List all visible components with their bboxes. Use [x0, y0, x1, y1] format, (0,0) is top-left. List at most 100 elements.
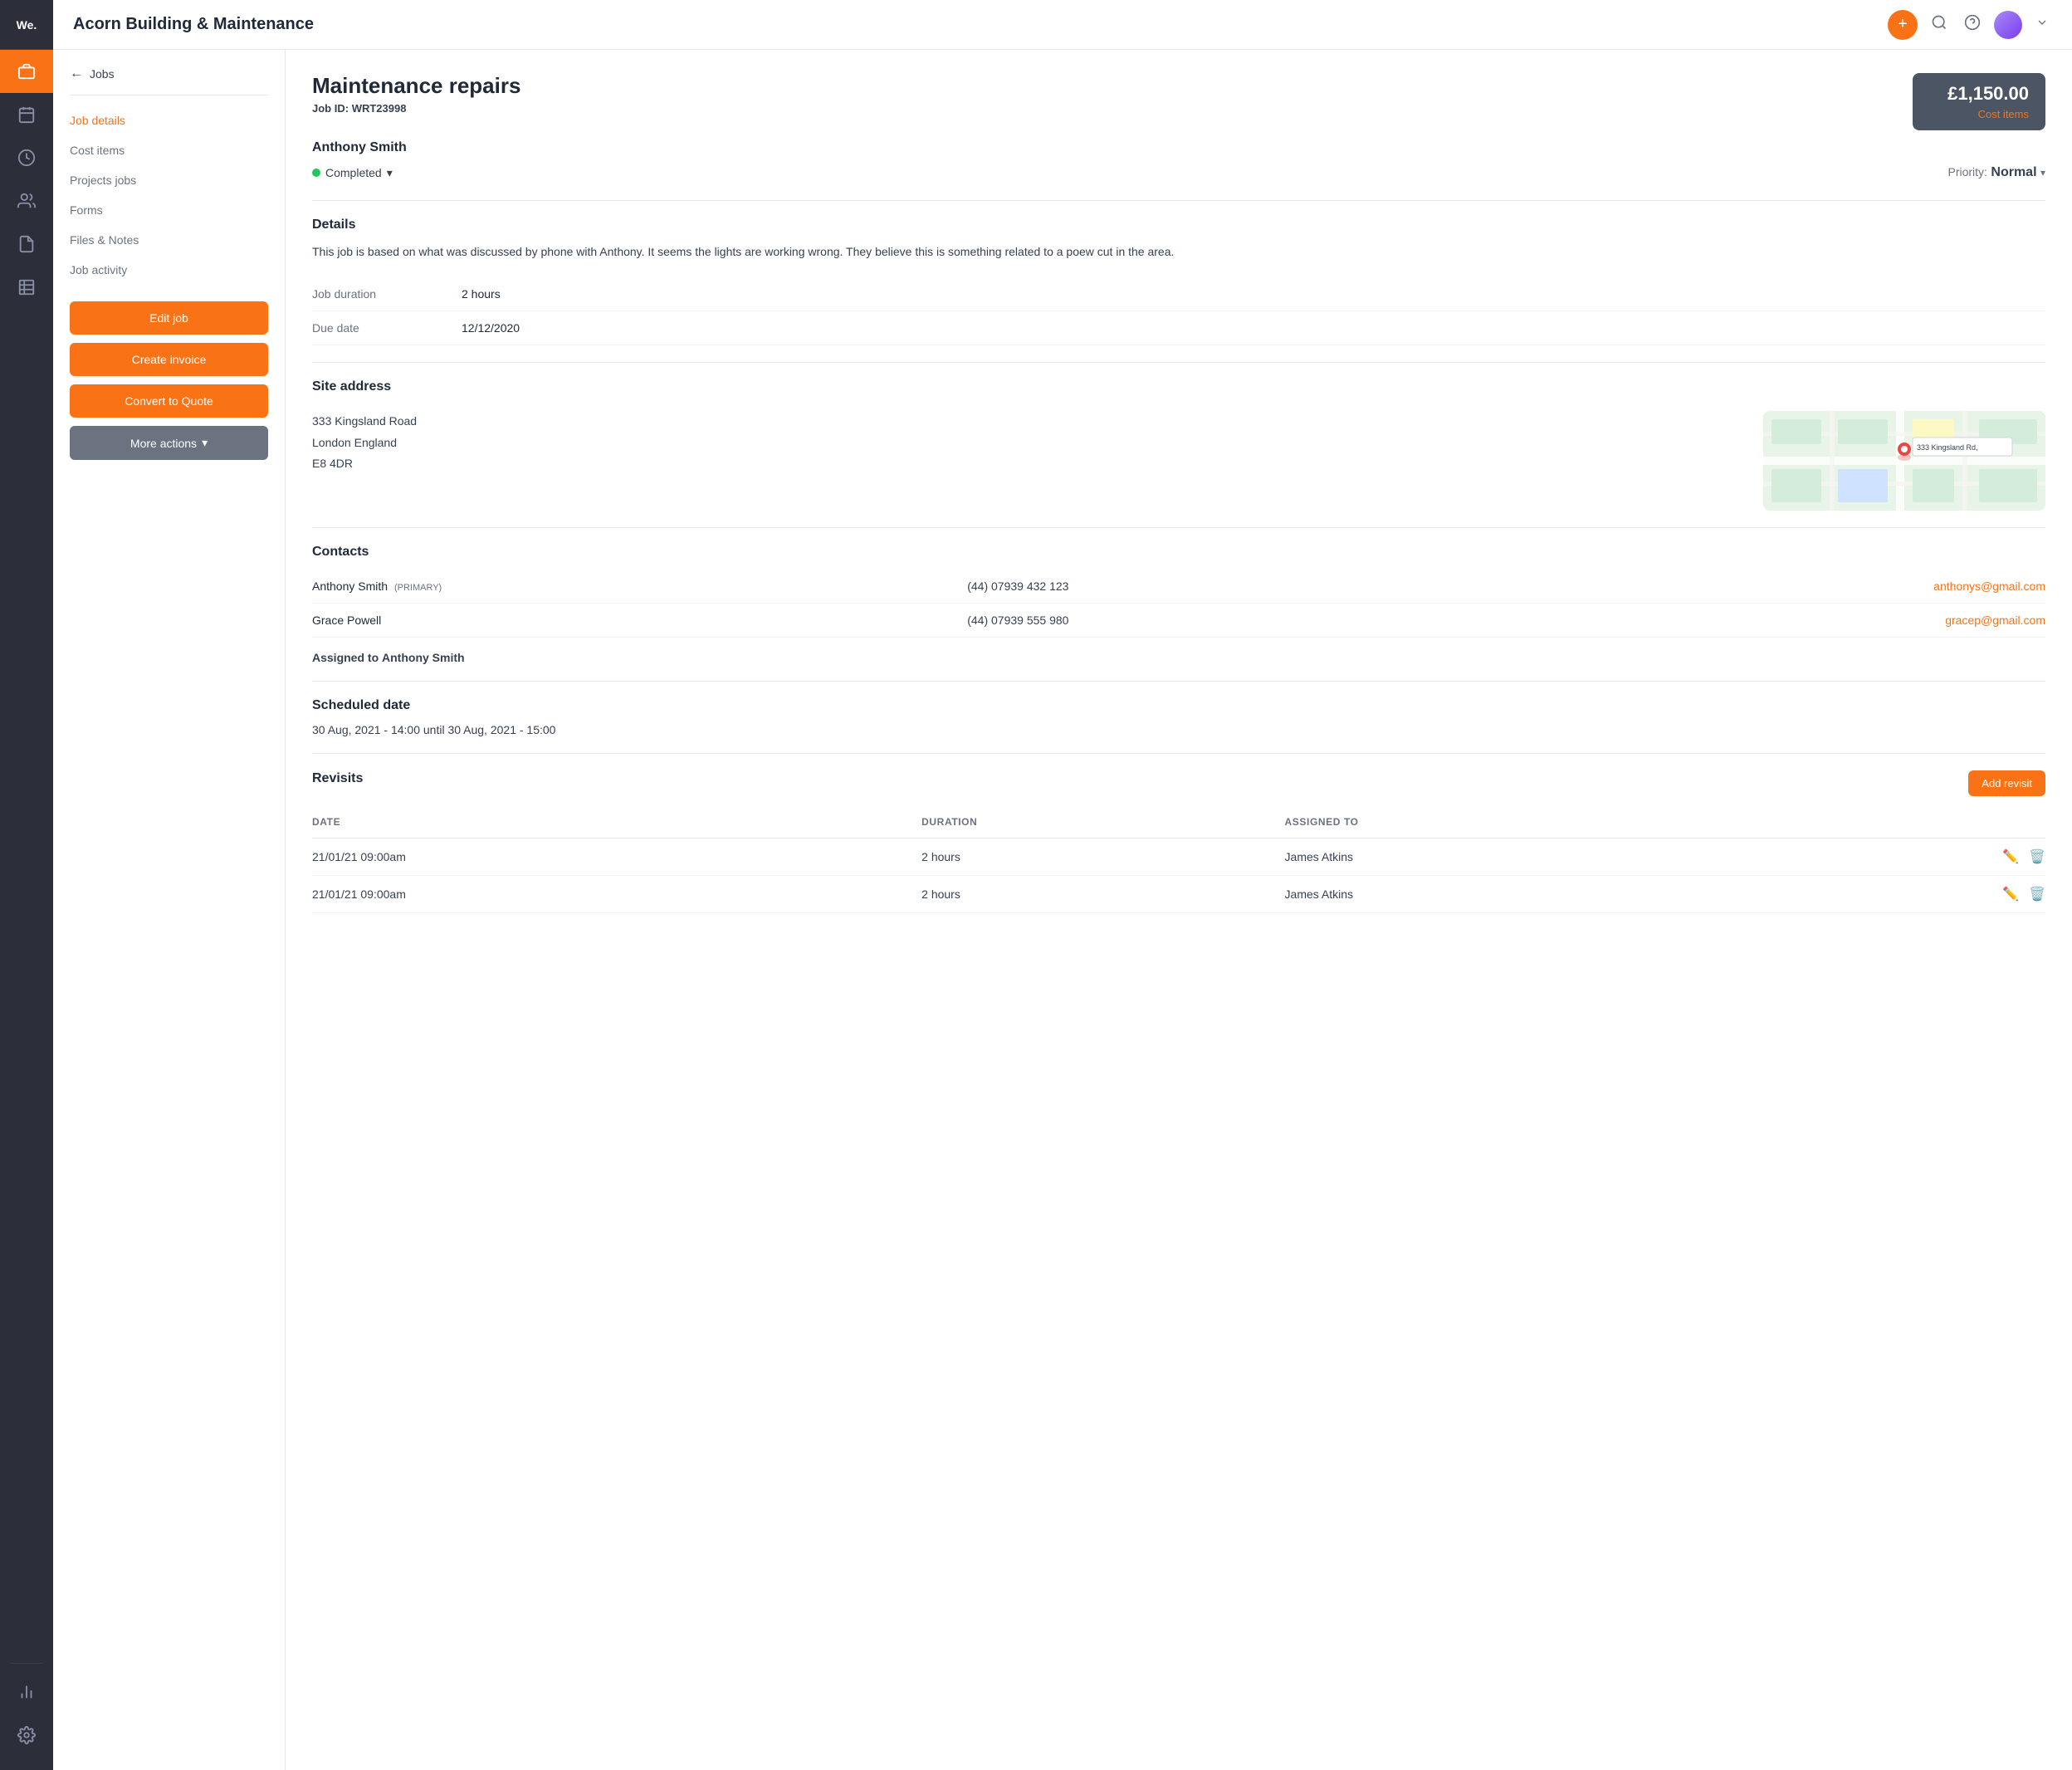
col-duration: DURATION [921, 809, 1284, 839]
avatar-dropdown-button[interactable] [2032, 12, 2052, 37]
divider-3 [312, 527, 2045, 528]
revisit-actions-1: ✏️ 🗑️ [1766, 876, 2045, 913]
scheduled-title: Scheduled date [312, 698, 2045, 713]
avatar[interactable] [1994, 11, 2022, 39]
back-arrow-icon: ← [70, 66, 83, 81]
revisit-assigned-1: James Atkins [1285, 876, 1766, 913]
job-header: Maintenance repairs Job ID: WRT23998 £1,… [312, 73, 2045, 130]
col-actions [1766, 809, 2045, 839]
due-date-value: 12/12/2020 [462, 321, 520, 335]
header-actions: + [1888, 10, 2052, 40]
revisits-header: Revisits Add revisit [312, 770, 2045, 796]
revisit-actions-0: ✏️ 🗑️ [1766, 839, 2045, 876]
sidebar-item-job-activity[interactable]: Job activity [53, 255, 285, 285]
revisits-table: DATE DURATION ASSIGNED TO 21/01/21 09:00… [312, 809, 2045, 913]
contact-email-0[interactable]: anthonys@gmail.com [1480, 570, 2045, 604]
map-svg: 333 Kingsland Rd, [1763, 411, 2045, 511]
sidebar-item-cost-items[interactable]: Cost items [53, 135, 285, 165]
nav-icon-document[interactable] [0, 222, 53, 266]
nav-icon-briefcase[interactable] [0, 50, 53, 93]
contacts-table: Anthony Smith (PRIMARY) (44) 07939 432 1… [312, 570, 2045, 638]
delete-revisit-0-icon[interactable]: 🗑️ [2029, 848, 2045, 865]
edit-job-button[interactable]: Edit job [70, 301, 268, 335]
job-id: Job ID: WRT23998 [312, 102, 520, 115]
revisits-title: Revisits [312, 771, 363, 786]
site-address-title: Site address [312, 379, 2045, 394]
sidebar-item-projects-jobs[interactable]: Projects jobs [53, 165, 285, 195]
priority-section: Priority: Normal ▾ [1947, 165, 2045, 180]
revisit-duration-0: 2 hours [921, 839, 1284, 876]
contact-phone-0: (44) 07939 432 123 [967, 570, 1480, 604]
chevron-down-icon: ▾ [202, 436, 208, 450]
duration-value: 2 hours [462, 287, 501, 301]
back-to-jobs-link[interactable]: ← Jobs [53, 66, 285, 95]
contact-phone-1: (44) 07939 555 980 [967, 604, 1480, 638]
left-sidebar: ← Jobs Job details Cost items Projects j… [53, 50, 286, 1770]
contact-name-0: Anthony Smith (PRIMARY) [312, 570, 967, 604]
sidebar-actions: Edit job Create invoice Convert to Quote… [53, 285, 285, 477]
sidebar-divider [10, 1663, 43, 1664]
status-badge[interactable]: Completed ▾ [312, 166, 393, 180]
due-date-row: Due date 12/12/2020 [312, 311, 2045, 345]
divider-2 [312, 362, 2045, 363]
create-invoice-button[interactable]: Create invoice [70, 343, 268, 376]
contact-row-1: Grace Powell (44) 07939 555 980 gracep@g… [312, 604, 2045, 638]
status-row: Completed ▾ Priority: Normal ▾ [312, 165, 2045, 180]
duration-label: Job duration [312, 287, 462, 301]
app-logo: We. [0, 0, 53, 50]
cost-items-link[interactable]: Cost items [1929, 108, 2029, 120]
col-date: DATE [312, 809, 921, 839]
main-content: Maintenance repairs Job ID: WRT23998 £1,… [286, 50, 2072, 1770]
job-title-section: Maintenance repairs Job ID: WRT23998 [312, 73, 520, 115]
search-button[interactable] [1928, 11, 1951, 39]
details-description: This job is based on what was discussed … [312, 242, 2045, 261]
sidebar-item-job-details[interactable]: Job details [53, 105, 285, 135]
status-dot [312, 169, 320, 177]
add-button[interactable]: + [1888, 10, 1918, 40]
cost-amount: £1,150.00 [1929, 83, 2029, 105]
nav-icon-clock[interactable] [0, 136, 53, 179]
col-assigned: ASSIGNED TO [1285, 809, 1766, 839]
help-button[interactable] [1961, 11, 1984, 39]
more-actions-button[interactable]: More actions ▾ [70, 426, 268, 460]
scheduled-date: 30 Aug, 2021 - 14:00 until 30 Aug, 2021 … [312, 723, 2045, 736]
convert-to-quote-button[interactable]: Convert to Quote [70, 384, 268, 418]
divider-4 [312, 681, 2045, 682]
duration-row: Job duration 2 hours [312, 277, 2045, 311]
icon-sidebar: We. [0, 0, 53, 1770]
status-chevron-icon: ▾ [387, 166, 393, 180]
assigned-text: Assigned to Anthony Smith [312, 651, 2045, 664]
edit-revisit-0-icon[interactable]: ✏️ [2002, 848, 2019, 865]
revisit-date-0: 21/01/21 09:00am [312, 839, 921, 876]
revisits-header-row: DATE DURATION ASSIGNED TO [312, 809, 2045, 839]
map-inner: 333 Kingsland Rd, [1763, 411, 2045, 511]
sidebar-item-files-notes[interactable]: Files & Notes [53, 225, 285, 255]
customer-name: Anthony Smith [312, 140, 2045, 155]
delete-revisit-1-icon[interactable]: 🗑️ [2029, 886, 2045, 902]
nav-icon-users[interactable] [0, 179, 53, 222]
add-revisit-button[interactable]: Add revisit [1968, 770, 2045, 796]
nav-icon-settings[interactable] [0, 1714, 53, 1757]
divider-1 [312, 200, 2045, 201]
map-placeholder[interactable]: 333 Kingsland Rd, [1763, 411, 2045, 511]
cost-box: £1,150.00 Cost items [1913, 73, 2045, 130]
contact-name-1: Grace Powell [312, 604, 967, 638]
nav-icon-chart[interactable] [0, 1670, 53, 1714]
contact-email-1[interactable]: gracep@gmail.com [1480, 604, 2045, 638]
revisit-duration-1: 2 hours [921, 876, 1284, 913]
sidebar-item-forms[interactable]: Forms [53, 195, 285, 225]
revisit-row-0: 21/01/21 09:00am 2 hours James Atkins ✏️… [312, 839, 2045, 876]
top-header: Acorn Building & Maintenance + [53, 0, 2072, 50]
contact-row-0: Anthony Smith (PRIMARY) (44) 07939 432 1… [312, 570, 2045, 604]
back-label: Jobs [90, 67, 115, 81]
edit-revisit-1-icon[interactable]: ✏️ [2002, 886, 2019, 902]
revisit-assigned-0: James Atkins [1285, 839, 1766, 876]
svg-text:333 Kingsland Rd,: 333 Kingsland Rd, [1917, 443, 1978, 452]
site-section: 333 Kingsland Road London England E8 4DR [312, 411, 2045, 511]
revisit-row-1: 21/01/21 09:00am 2 hours James Atkins ✏️… [312, 876, 2045, 913]
job-title: Maintenance repairs [312, 73, 520, 99]
site-info: 333 Kingsland Road London England E8 4DR [312, 411, 1743, 511]
nav-icon-calendar[interactable] [0, 93, 53, 136]
details-section-title: Details [312, 218, 2045, 232]
nav-icon-table[interactable] [0, 266, 53, 309]
